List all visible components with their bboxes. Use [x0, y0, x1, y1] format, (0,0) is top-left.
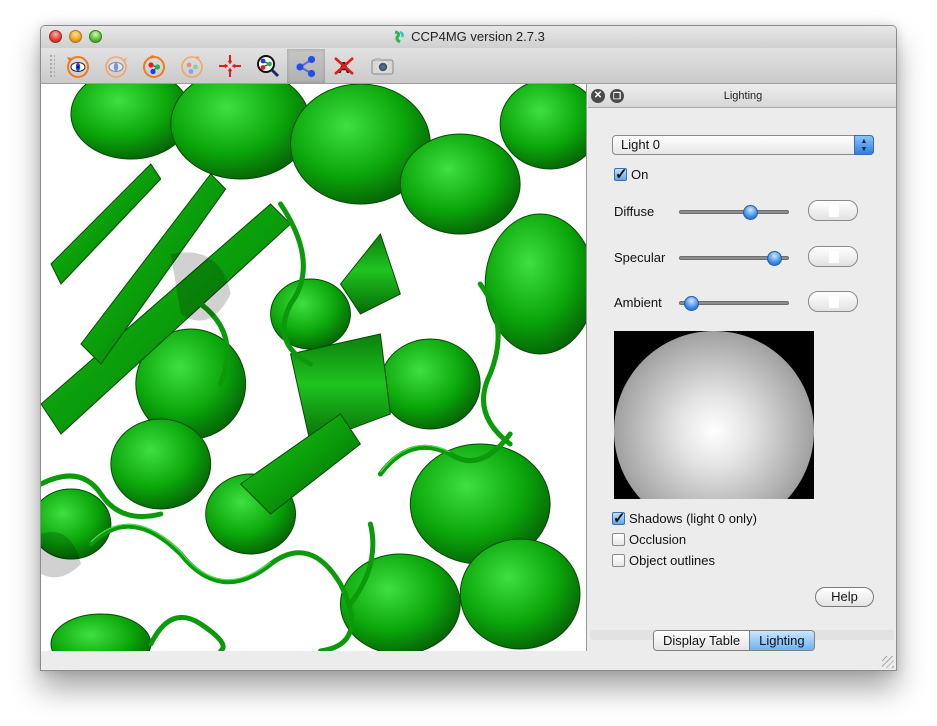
select-arrows-icon: ▲ ▼	[854, 135, 874, 155]
light-select-value: Light 0	[621, 137, 661, 152]
rotate-molecule-secondary-button[interactable]	[173, 49, 211, 83]
shadows-label: Shadows (light 0 only)	[629, 511, 757, 526]
light-on-label: On	[631, 167, 649, 182]
diffuse-slider-thumb[interactable]	[743, 205, 759, 220]
diffuse-row: Diffuse	[614, 200, 874, 224]
app-window: CCP4MG version 2.7.3 A ✕ ❐ Lighting Ligh…	[40, 25, 897, 671]
panel-close-icon[interactable]: ✕	[591, 89, 605, 103]
specular-color-button[interactable]	[808, 246, 858, 267]
lit-sphere[interactable]	[614, 331, 814, 499]
panel-float-icon[interactable]: ❐	[610, 89, 624, 103]
light-select[interactable]: Light 0 ▲ ▼	[612, 135, 874, 155]
rotate-molecule-icon	[143, 54, 165, 78]
specular-slider-thumb[interactable]	[766, 251, 782, 266]
help-button[interactable]: Help	[815, 587, 874, 607]
diffuse-color-button[interactable]	[808, 200, 858, 221]
occlusion-checkbox[interactable]: Occlusion	[612, 532, 686, 547]
object-outlines-label: Object outlines	[629, 553, 715, 568]
rotate-view-button[interactable]	[59, 49, 97, 83]
clear-labels-button[interactable]: A	[325, 49, 363, 83]
protein-ribbon-render[interactable]	[41, 84, 586, 651]
screenshot-button[interactable]	[363, 49, 401, 83]
panel-tabs: Display Table Lighting	[653, 630, 815, 651]
tab-lighting[interactable]: Lighting	[749, 631, 814, 650]
camera-icon	[371, 57, 394, 74]
window-resize-grip[interactable]	[882, 656, 894, 668]
toolbar: A	[41, 48, 896, 84]
diffuse-slider[interactable]	[679, 205, 789, 220]
object-outlines-check[interactable]	[612, 554, 625, 567]
panel-tab-bar: Display Table Lighting	[588, 630, 896, 670]
object-outlines-checkbox[interactable]: Object outlines	[612, 553, 715, 568]
select-atoms-button[interactable]	[287, 48, 325, 83]
lighting-panel: ✕ ❐ Lighting Light 0 ▲▼ On Diffuse Specu…	[588, 84, 896, 630]
shadows-checkbox[interactable]: Shadows (light 0 only)	[612, 509, 757, 527]
zoom-molecule-icon	[257, 54, 280, 77]
occlusion-check[interactable]	[612, 533, 625, 546]
light-on-checkbox[interactable]: On	[614, 165, 649, 183]
zoom-molecule-button[interactable]	[249, 49, 287, 83]
occlusion-label: Occlusion	[629, 532, 687, 547]
centre-button[interactable]	[211, 49, 249, 83]
window-zoom-button[interactable]	[89, 30, 102, 43]
rotate-molecule-button[interactable]	[135, 49, 173, 83]
rotate-view-disabled-icon	[105, 55, 127, 78]
lighting-panel-title: Lighting	[723, 90, 763, 102]
window-close-button[interactable]	[49, 30, 62, 43]
rotate-view-secondary-button[interactable]	[97, 49, 135, 83]
ambient-slider[interactable]	[679, 296, 789, 311]
molecule-viewer[interactable]	[41, 84, 587, 651]
light-direction-preview[interactable]	[614, 331, 814, 499]
specular-label: Specular	[614, 250, 666, 265]
specular-row: Specular	[614, 246, 874, 270]
specular-slider[interactable]	[679, 251, 789, 266]
lighting-panel-header: ✕ ❐ Lighting	[588, 84, 896, 108]
light-on-check[interactable]	[614, 165, 628, 183]
rotate-molecule-disabled-icon	[181, 55, 203, 78]
window-minimize-button[interactable]	[69, 30, 82, 43]
shadows-check[interactable]	[612, 509, 626, 527]
title-bar[interactable]: CCP4MG version 2.7.3	[41, 26, 896, 48]
select-atoms-icon	[296, 55, 316, 77]
window-title: CCP4MG version 2.7.3	[411, 29, 545, 44]
clear-labels-icon: A	[334, 56, 354, 77]
tab-display-table[interactable]: Display Table	[654, 631, 750, 650]
ambient-color-button[interactable]	[808, 291, 858, 312]
ambient-label: Ambient	[614, 295, 662, 310]
ccp4mg-logo-icon	[394, 30, 405, 44]
ambient-slider-thumb[interactable]	[683, 296, 699, 311]
diffuse-label: Diffuse	[614, 204, 655, 219]
centre-on-icon	[219, 54, 241, 77]
ambient-row: Ambient	[614, 291, 874, 315]
toolbar-grip[interactable]	[49, 53, 55, 78]
rotate-view-icon	[67, 55, 89, 78]
